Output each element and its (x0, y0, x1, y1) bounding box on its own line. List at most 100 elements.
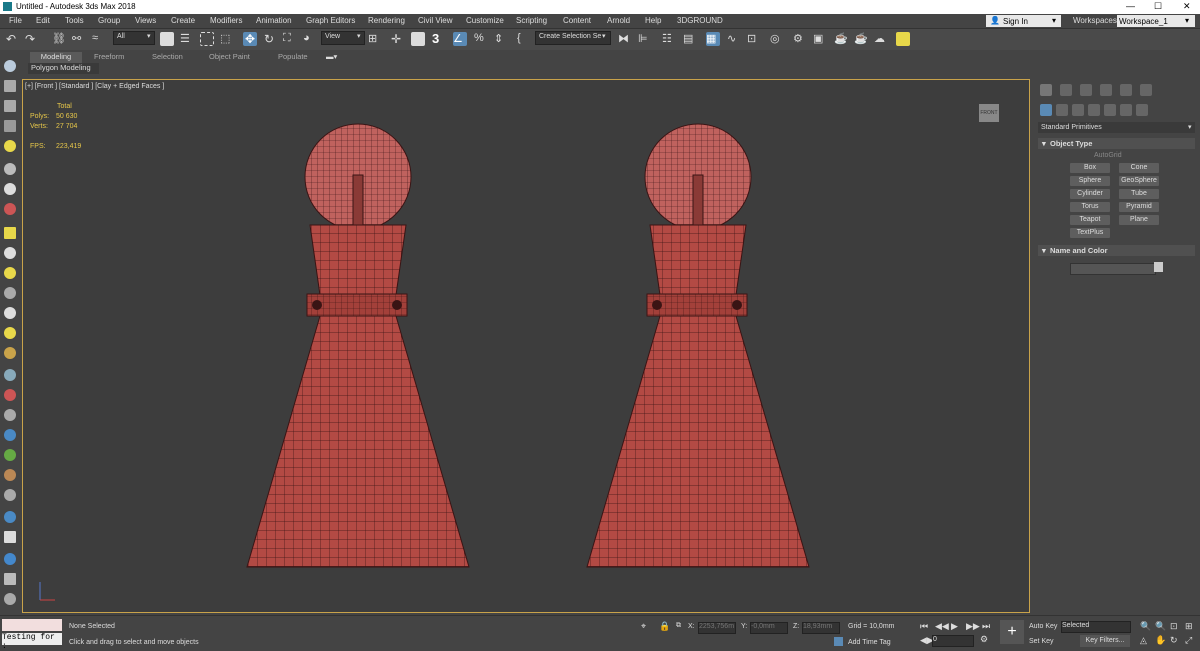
teapot-button[interactable]: Teapot (1070, 215, 1110, 225)
shapes-icon[interactable] (1056, 104, 1068, 116)
menu-views[interactable]: Views (135, 16, 156, 25)
rendered-frame-window-icon[interactable]: ▣ (813, 32, 827, 46)
auto-key-button[interactable]: Auto Key (1029, 623, 1057, 630)
rotate-icon[interactable]: ↻ (264, 32, 278, 46)
workspace-select[interactable]: Workspace_1 ▾ (1117, 15, 1195, 27)
set-key-button[interactable]: Set Key (1029, 638, 1054, 645)
geometry-icon[interactable] (1040, 104, 1052, 116)
redo-icon[interactable]: ↷ (25, 32, 39, 46)
placement-icon[interactable]: ◕ (303, 32, 317, 46)
angle-snap-icon[interactable]: ∠ (453, 32, 467, 46)
select-by-name-icon[interactable]: ☰ (180, 32, 194, 46)
light-icon[interactable] (4, 140, 16, 152)
absolute-mode-icon[interactable]: ⧉ (676, 622, 681, 630)
maximize-viewport-icon[interactable]: ⤢ (1185, 635, 1192, 646)
menu-file[interactable]: File (9, 16, 22, 25)
tube-button[interactable]: Tube (1119, 189, 1159, 199)
key-filters-button[interactable]: Key Filters... (1080, 635, 1130, 647)
menu-edit[interactable]: Edit (36, 16, 50, 25)
close-button[interactable]: ✕ (1183, 1, 1191, 12)
percent-snap-icon[interactable]: % (474, 32, 488, 46)
paint-icon[interactable] (4, 389, 16, 401)
viewport-front[interactable]: [+] [Front ] [Standard ] [Clay + Edged F… (22, 79, 1030, 613)
link-icon[interactable]: ⛓ (52, 32, 66, 46)
settings-icon[interactable] (4, 573, 16, 585)
list-icon[interactable] (4, 120, 16, 132)
material-editor-icon[interactable]: ◎ (770, 32, 784, 46)
tab-populate[interactable]: Populate (278, 52, 308, 63)
polygon-modeling-panel[interactable]: Polygon Modeling (28, 63, 99, 74)
render-iterative-icon[interactable]: ☕ (854, 32, 868, 46)
display-tab-icon[interactable] (1120, 84, 1132, 96)
orbit-icon[interactable]: ↻ (1170, 635, 1178, 646)
move-icon[interactable]: ✥ (243, 32, 257, 46)
maxscript-listener-input[interactable] (2, 619, 62, 631)
utilities-tab-icon[interactable] (1140, 84, 1152, 96)
render-setup-icon[interactable]: ⚙ (793, 32, 807, 46)
menu-help[interactable]: Help (645, 16, 661, 25)
scale-icon[interactable]: ⛶ (283, 32, 297, 46)
time-tag-icon[interactable] (834, 637, 843, 646)
ribbon-options-icon[interactable]: ▬▾ (326, 52, 337, 63)
sphere-button[interactable]: Sphere (1070, 176, 1110, 186)
sphere-light-icon[interactable] (4, 267, 16, 279)
render-production-icon[interactable]: ☕ (834, 32, 848, 46)
file-icon[interactable] (4, 531, 16, 543)
plugin-icon[interactable] (896, 32, 910, 46)
time-configuration-icon[interactable]: ⚙ (980, 634, 988, 645)
maximize-button[interactable]: ☐ (1154, 1, 1162, 12)
isolate-selection-icon[interactable]: ⌖ (641, 621, 646, 632)
plant-icon[interactable] (4, 449, 16, 461)
rectangular-selection-icon[interactable] (200, 32, 214, 46)
layer-explorer-icon[interactable]: ☷ (662, 32, 676, 46)
curve-editor-icon[interactable]: ∿ (727, 32, 741, 46)
x-coordinate-field[interactable]: 2253,756m (698, 622, 736, 634)
layer-manager-icon[interactable] (4, 100, 16, 112)
sun-icon[interactable] (4, 327, 16, 339)
model-left[interactable] (246, 123, 470, 568)
object-name-field[interactable] (1070, 263, 1156, 275)
help-icon[interactable] (4, 593, 16, 605)
create-tab-icon[interactable] (1040, 84, 1052, 96)
previous-frame-icon[interactable]: ◀◀ (935, 621, 949, 632)
y-coordinate-field[interactable]: -0,0mm (750, 622, 788, 634)
modify-tab-icon[interactable] (1060, 84, 1072, 96)
textplus-button[interactable]: TextPlus (1070, 228, 1110, 238)
tab-freeform[interactable]: Freeform (94, 52, 124, 63)
helpers-icon[interactable] (1104, 104, 1116, 116)
menu-graph-editors[interactable]: Graph Editors (306, 16, 355, 25)
align-icon[interactable]: ⊫ (638, 32, 652, 46)
keyboard-shortcut-override-icon[interactable] (411, 32, 425, 46)
menu-3dground[interactable]: 3DGROUND (677, 16, 723, 25)
cone-button[interactable]: Cone (1119, 163, 1159, 173)
space-warps-icon[interactable] (1120, 104, 1132, 116)
lock-selection-icon[interactable]: 🔒 (659, 621, 670, 632)
object-color-swatch[interactable] (1154, 262, 1163, 272)
menu-group[interactable]: Group (98, 16, 120, 25)
bind-space-warp-icon[interactable]: ≈ (92, 32, 106, 46)
torus-button[interactable]: Torus (1070, 202, 1110, 212)
menu-tools[interactable]: Tools (65, 16, 84, 25)
box-button[interactable]: Box (1070, 163, 1110, 173)
render-icon[interactable] (4, 409, 16, 421)
motion-tab-icon[interactable] (1100, 84, 1112, 96)
pan-icon[interactable]: ✋ (1155, 635, 1166, 646)
menu-arnold[interactable]: Arnold (607, 16, 630, 25)
key-mode-dropdown[interactable]: Selected (1061, 621, 1131, 633)
menu-rendering[interactable]: Rendering (368, 16, 405, 25)
lights-icon[interactable] (1072, 104, 1084, 116)
systems-icon[interactable] (1136, 104, 1148, 116)
menu-content[interactable]: Content (563, 16, 591, 25)
pivot-center-icon[interactable]: ⊞ (368, 32, 382, 46)
field-of-view-icon[interactable]: ◬ (1140, 635, 1147, 646)
sign-in-dropdown[interactable]: 👤 Sign In ▾ (986, 15, 1061, 27)
menu-animation[interactable]: Animation (256, 16, 292, 25)
next-frame-icon[interactable]: ▶▶ (966, 621, 980, 632)
tab-selection[interactable]: Selection (152, 52, 183, 63)
undo-icon[interactable]: ↶ (6, 32, 20, 46)
object-type-rollout[interactable]: ▾ Object Type (1038, 138, 1195, 149)
eye-icon[interactable] (4, 287, 16, 299)
geosphere-button[interactable]: GeoSphere (1119, 176, 1159, 186)
tree-icon[interactable] (4, 469, 16, 481)
menu-customize[interactable]: Customize (466, 16, 504, 25)
